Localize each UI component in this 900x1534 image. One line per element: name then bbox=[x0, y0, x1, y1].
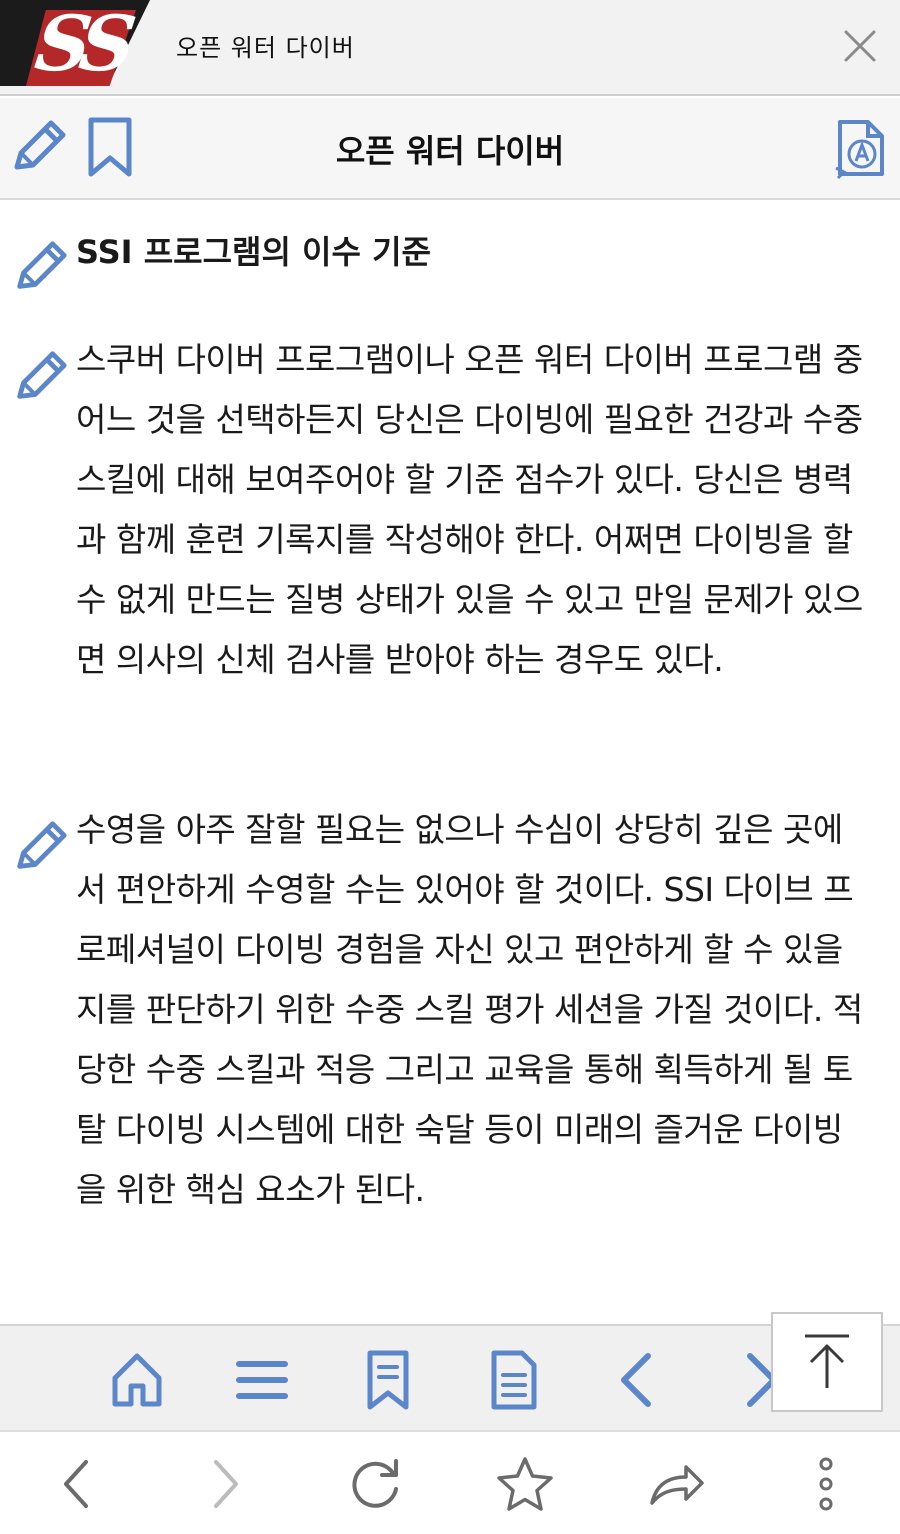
arrow-up-icon bbox=[805, 1334, 849, 1388]
more-button[interactable] bbox=[794, 1452, 858, 1516]
content-area: SSI 프로그램의 이수 기준 스쿠버 다이버 프로그램이나 오픈 워터 다이버… bbox=[0, 202, 900, 1324]
menu-button[interactable] bbox=[226, 1344, 298, 1416]
bottom-navigation bbox=[0, 1324, 900, 1430]
paragraph: 스쿠버 다이버 프로그램이나 오픈 워터 다이버 프로그램 중 어느 것을 선택… bbox=[76, 340, 863, 679]
note-button[interactable] bbox=[10, 348, 70, 408]
reload-button[interactable] bbox=[343, 1452, 407, 1516]
menu-icon bbox=[236, 1361, 288, 1399]
pencil-icon bbox=[17, 241, 67, 289]
page-title: 오픈 워터 다이버 bbox=[335, 132, 565, 170]
forward-button[interactable] bbox=[194, 1452, 258, 1516]
browser-toolbar bbox=[0, 1430, 900, 1534]
chevron-left-icon bbox=[621, 1353, 651, 1407]
favorite-button[interactable] bbox=[493, 1452, 557, 1516]
star-icon bbox=[497, 1457, 553, 1511]
pencil-icon bbox=[17, 821, 67, 869]
ssi-logo: S S bbox=[0, 0, 150, 86]
share-button[interactable] bbox=[644, 1452, 708, 1516]
bookmark-icon bbox=[88, 117, 132, 177]
pencil-icon bbox=[17, 351, 67, 399]
title-bar: S S 오픈 워터 다이버 bbox=[0, 0, 900, 96]
notes-button[interactable] bbox=[478, 1344, 550, 1416]
back-button[interactable] bbox=[44, 1452, 108, 1516]
back-icon bbox=[64, 1460, 88, 1508]
section-heading: SSI 프로그램의 이수 기준 bbox=[76, 233, 431, 271]
translate-icon bbox=[835, 120, 884, 180]
translate-button[interactable] bbox=[828, 116, 892, 180]
bookmarks-icon bbox=[367, 1350, 409, 1410]
home-icon bbox=[112, 1353, 162, 1407]
bookmarks-button[interactable] bbox=[352, 1344, 424, 1416]
close-icon bbox=[844, 30, 876, 62]
more-icon bbox=[819, 1457, 833, 1511]
forward-icon bbox=[214, 1460, 238, 1508]
scroll-to-top-button[interactable] bbox=[771, 1312, 883, 1412]
previous-button[interactable] bbox=[600, 1344, 672, 1416]
note-button[interactable] bbox=[10, 238, 70, 298]
notes-icon bbox=[491, 1350, 537, 1410]
reload-icon bbox=[352, 1459, 398, 1508]
bookmark-button[interactable] bbox=[78, 116, 142, 180]
share-icon bbox=[650, 1465, 704, 1505]
home-button[interactable] bbox=[101, 1344, 173, 1416]
note-button[interactable] bbox=[10, 818, 70, 878]
header-toolbar: 오픈 워터 다이버 bbox=[0, 98, 900, 200]
paragraph: 수영을 아주 잘할 필요는 없으나 수심이 상당히 깊은 곳에서 편안하게 수영… bbox=[76, 810, 863, 1209]
edit-button[interactable] bbox=[6, 116, 70, 180]
window-title: 오픈 워터 다이버 bbox=[176, 34, 355, 62]
close-button[interactable] bbox=[836, 22, 884, 70]
pencil-icon bbox=[14, 120, 66, 170]
